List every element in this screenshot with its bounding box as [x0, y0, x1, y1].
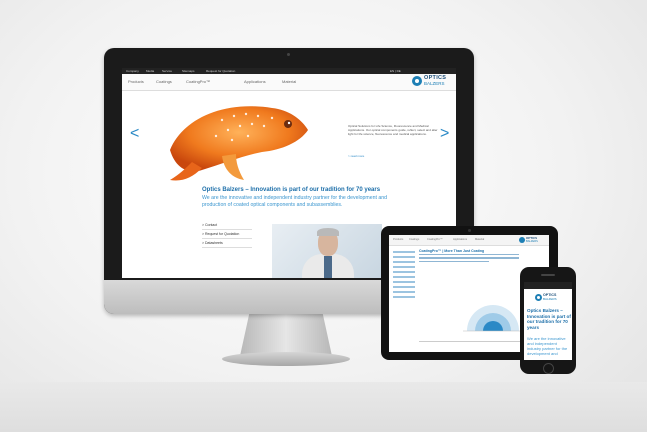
tablet-nav-coatingpro[interactable]: CoatingPro™	[427, 235, 443, 245]
floor	[0, 382, 647, 432]
employee-photo	[272, 224, 382, 278]
nav-products[interactable]: Products	[128, 74, 144, 90]
tablet-logo[interactable]: OPTICS BALZERS	[519, 236, 547, 244]
imac-stand-neck	[240, 314, 332, 356]
carousel-next-arrow[interactable]: >	[440, 126, 449, 142]
main-nav: Products Coatings CoatingPro™ Applicatio…	[122, 74, 456, 91]
fish-hero-image	[170, 106, 308, 181]
phone-subline: We are the innovative and independent in…	[527, 336, 568, 356]
page-subline: We are the innovative and independent in…	[202, 195, 388, 208]
tablet-title: CoatingPro™ | More Than Just Coating	[419, 249, 485, 253]
phone-logo-balzers: BALZERS	[543, 297, 557, 301]
imac-stand-foot	[222, 352, 350, 366]
hero-read-more-link[interactable]: > read more	[348, 154, 364, 158]
hero-description: Optical Solutions for Life Science, Fluo…	[348, 124, 438, 136]
tablet-logo-balzers: BALZERS	[526, 239, 538, 243]
camera-icon	[468, 229, 471, 232]
tablet-paragraph	[419, 254, 519, 264]
phone-status-bar	[524, 282, 572, 289]
quick-links: > Contact > Request for Quotation > Data…	[202, 221, 252, 248]
photo-hair	[317, 228, 339, 236]
carousel-prev-arrow[interactable]: <	[130, 126, 139, 142]
nav-material[interactable]: Material	[282, 74, 296, 90]
logo-text-balzers: BALZERS	[424, 81, 445, 86]
logo-mark-icon	[519, 237, 525, 243]
logo-mark-icon	[412, 76, 422, 86]
tablet-sidebar	[393, 251, 415, 301]
iphone-device: OPTICS BALZERS Optics Balzers – Innovati…	[520, 267, 576, 374]
logo-mark-icon	[535, 294, 542, 301]
link-contact[interactable]: > Contact	[202, 221, 252, 230]
nav-applications[interactable]: Applications	[244, 74, 266, 90]
tablet-nav-applications[interactable]: Applications	[453, 235, 467, 245]
link-rfq[interactable]: > Request for Quotation	[202, 230, 252, 239]
nav-coatings[interactable]: Coatings	[156, 74, 172, 90]
photo-tie	[324, 256, 332, 278]
phone-website: OPTICS BALZERS Optics Balzers – Innovati…	[524, 282, 572, 360]
phone-headline: Optics Balzers – Innovation is part of o…	[527, 308, 571, 330]
coating-diagram	[463, 305, 523, 332]
page-headline: Optics Balzers – Innovation is part of o…	[202, 187, 381, 193]
home-button[interactable]	[543, 363, 554, 374]
nav-coatingpro[interactable]: CoatingPro™	[186, 74, 210, 90]
camera-icon	[287, 53, 290, 56]
optics-balzers-logo[interactable]: OPTICS BALZERS	[412, 75, 456, 91]
speaker-grill	[541, 274, 555, 276]
tablet-nav-material[interactable]: Material	[475, 235, 484, 245]
phone-logo[interactable]: OPTICS BALZERS	[535, 293, 565, 303]
link-datasheets[interactable]: > Datasheets	[202, 239, 252, 248]
tablet-nav-coatings[interactable]: Coatings	[409, 235, 419, 245]
tablet-nav-products[interactable]: Products	[393, 235, 403, 245]
